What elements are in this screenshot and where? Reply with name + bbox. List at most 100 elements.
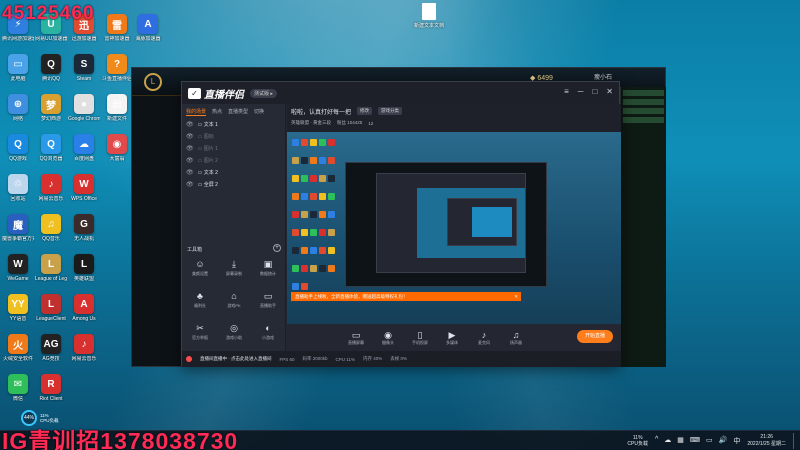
tray-cpu[interactable]: 11% CPU负载 — [627, 435, 648, 447]
scene-tab[interactable]: 热点 — [212, 108, 222, 116]
desktop-icon-label: LeagueClient — [36, 316, 66, 322]
desktop-icon[interactable]: R Riot Client — [35, 374, 67, 402]
desktop-icon[interactable]: ▤ 新建文件 — [101, 94, 133, 122]
desktop-icon[interactable]: YY YY语音 — [2, 294, 34, 322]
tool-item[interactable]: ⤓ 屏幕录制 — [220, 259, 248, 277]
desktop-icon[interactable]: ▭ 此电脑 — [2, 54, 34, 82]
desktop-icon[interactable]: ? 斗鱼直播伴侣 — [101, 54, 133, 82]
promo-toast[interactable]: 直播助手上线啦，全新直播体验，赠送超高级特权礼包！ ✕ — [291, 292, 521, 301]
desktop-icon[interactable]: Q 腾讯QQ — [35, 54, 67, 82]
tool-item[interactable]: ◐ 小游戏 — [254, 323, 282, 341]
toast-close-icon[interactable]: ✕ — [514, 292, 518, 301]
preview-mini-icon — [301, 265, 308, 272]
tool-item[interactable]: ✂ 官方举报 — [186, 323, 214, 341]
toolbox-add-button[interactable]: + — [273, 244, 281, 252]
source-label: 直播屏幕 — [348, 339, 364, 345]
desktop-icon[interactable]: S Steam — [68, 54, 100, 82]
desktop-icon[interactable]: 魔魔兽争霸官方对战平台 — [2, 214, 34, 242]
minimize-button[interactable]: ─ — [578, 88, 584, 96]
desktop-icon[interactable]: 梦梦幻西游 — [35, 94, 67, 122]
taskbar-clock[interactable]: 21:26 2022/1/25 星期二 — [747, 434, 786, 448]
show-desktop-button[interactable] — [793, 433, 796, 449]
scene-tab[interactable]: 我的场景 — [186, 108, 207, 116]
tool-item[interactable]: ⌂ 游戏PK — [220, 291, 248, 309]
scene-item[interactable]: 👁 ▭ 文本 1 — [182, 118, 285, 130]
scene-panel: 我的场景 热点 直播类型 切换 👁 ▭ 文本 1 👁 ▭ 图标 👁 ▭ 图片 1 👁 ▭ 图片 2 👁… — [182, 104, 286, 351]
tool-item[interactable]: ▭ 直播助手 — [254, 291, 282, 309]
source-icon: ▶ — [448, 329, 456, 340]
desktop-icon[interactable]: L League of Legends — [35, 254, 67, 282]
toolbox-title: 工具箱 — [187, 247, 203, 253]
source-button[interactable]: ▶ 多媒体 — [441, 330, 463, 346]
tool-item[interactable]: ☺ 美颜设置 — [186, 259, 214, 277]
source-button[interactable]: ▯ 手机投屏 — [409, 330, 431, 346]
room-edit-button[interactable]: 修改 — [357, 107, 373, 115]
desktop-icon[interactable]: ♲ 回收站 — [2, 174, 34, 202]
source-button[interactable]: ♪ 麦克风 — [473, 330, 495, 346]
desktop-icon[interactable]: 雷雷神加速器 — [101, 14, 133, 42]
desktop-icon[interactable]: A Among Us — [68, 294, 100, 322]
desktop-icon[interactable]: ● Google Chrome — [68, 94, 100, 122]
desktop-icon[interactable]: ♪ 网易云音乐 — [35, 174, 67, 202]
source-button[interactable]: ◉ 摄像头 — [377, 330, 399, 346]
tray-icon[interactable]: 🔊 — [719, 436, 728, 446]
scene-tab[interactable]: 直播类型 — [228, 108, 248, 116]
desktop-icon[interactable]: A 海豚加速器 — [132, 14, 164, 42]
source-button[interactable]: ▭ 直播屏幕 — [345, 330, 367, 346]
tool-item[interactable]: ♣ 福利社 — [186, 291, 214, 309]
version-badge[interactable]: 测试版 ▸ — [250, 88, 277, 98]
tray-icon[interactable]: 中 — [733, 436, 740, 446]
room-category[interactable]: 游戏分类 — [378, 107, 403, 115]
scene-item[interactable]: 👁 ▭ 全屏 2 — [182, 178, 285, 190]
app-icon: Q — [8, 134, 28, 154]
start-live-button[interactable]: 开始直播 — [577, 330, 613, 343]
streaming-app-window[interactable]: ✓ 直播伴侣 测试版 ▸ ≡ ─ □ ✕ 我的场景 热点 直播类型 切换 👁 ▭ 文本 … — [181, 81, 621, 367]
desktop-icon[interactable]: 火火绒安全软件 — [2, 334, 34, 362]
scene-item[interactable]: 👁 ▭ 图片 1 — [182, 142, 285, 154]
visibility-icon[interactable]: 👁 — [186, 169, 194, 176]
desktop-icon[interactable]: Q QQ浏览器 — [35, 134, 67, 162]
desktop-icon[interactable]: ⊕ 网络 — [2, 94, 34, 122]
tool-item[interactable]: ◎ 游戏小助 — [220, 323, 248, 341]
desktop-icon[interactable]: L LeagueClient — [35, 294, 67, 322]
scene-item[interactable]: 👁 ▭ 文本 2 — [182, 166, 285, 178]
visibility-icon[interactable]: 👁 — [186, 121, 194, 128]
desktop-file-new-text[interactable]: 新建文本文档 — [411, 3, 447, 29]
desktop-icon-label: 魔兽争霸官方对战平台 — [2, 236, 34, 242]
status-strip: 直播间直播中 · 点击此处进入直播间 FPS 60 码率 2000kb CPU … — [182, 351, 621, 367]
maximize-button[interactable]: □ — [592, 88, 597, 96]
desktop-icon-label: 网络 — [12, 116, 23, 122]
desktop-icon[interactable]: ☁ 百度网盘 — [68, 134, 100, 162]
tray-icon[interactable]: ⌨ — [690, 436, 700, 446]
room-stats-bar: 英雄联盟 · 黄金三段 粉丝 104425 12 — [287, 118, 621, 128]
desktop-icon[interactable]: ♪ 网易云音乐 — [68, 334, 100, 362]
tray-icon[interactable]: ☁ — [664, 436, 671, 446]
visibility-icon[interactable]: 👁 — [186, 157, 194, 164]
status-notice[interactable]: 直播间直播中 · 点击此处进入直播间 — [200, 356, 272, 362]
desktop-icon[interactable]: L 英雄联盟 — [68, 254, 100, 282]
visibility-icon[interactable]: 👁 — [186, 181, 194, 188]
preview-desktop-icons — [291, 134, 343, 296]
desktop-icon[interactable]: Q QQ游戏 — [2, 134, 34, 162]
tray-icon[interactable]: ^ — [655, 436, 658, 446]
menu-icon[interactable]: ≡ — [564, 88, 569, 96]
tool-item[interactable]: ▣ 数据统计 — [254, 259, 282, 277]
tray-icon[interactable]: ▭ — [706, 436, 713, 446]
stream-preview[interactable]: 直播助手上线啦，全新直播体验，赠送超高级特权礼包！ ✕ — [287, 132, 621, 324]
close-button[interactable]: ✕ — [606, 88, 613, 96]
desktop-icon[interactable]: ♫ QQ音乐 — [35, 214, 67, 242]
scene-item[interactable]: 👁 ▭ 图片 2 — [182, 154, 285, 166]
desktop-icon[interactable]: AG AG竞技 — [35, 334, 67, 362]
app-icon: A — [74, 294, 94, 314]
scene-tab[interactable]: 切换 — [254, 108, 264, 116]
source-button[interactable]: ♫ 扬声器 — [505, 330, 527, 346]
visibility-icon[interactable]: 👁 — [186, 133, 194, 140]
desktop-icon[interactable]: ◉ 大富翁 — [101, 134, 133, 162]
desktop-icon[interactable]: G 无人战机 — [68, 214, 100, 242]
tray-icon[interactable]: ▦ — [677, 436, 684, 446]
desktop-icon[interactable]: ✉ 微信 — [2, 374, 34, 402]
desktop-icon[interactable]: W WeGame — [2, 254, 34, 282]
visibility-icon[interactable]: 👁 — [186, 145, 194, 152]
desktop-icon[interactable]: W WPS Office — [68, 174, 100, 202]
scene-item[interactable]: 👁 ▭ 图标 — [182, 130, 285, 142]
